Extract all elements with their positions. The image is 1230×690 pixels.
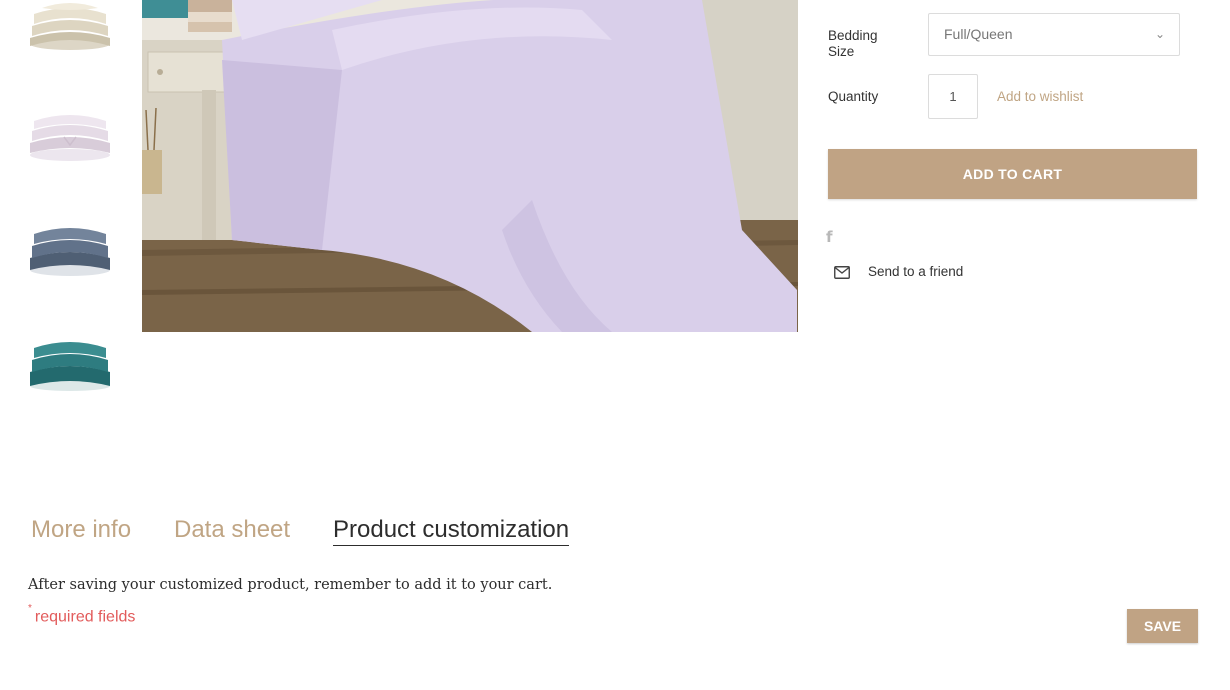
- thumbnail-slate-blue[interactable]: [24, 208, 116, 286]
- required-fields-text: required fields: [34, 608, 136, 626]
- send-to-friend-label: Send to a friend: [868, 264, 964, 279]
- required-fields-note: * required fields: [28, 603, 136, 626]
- thumbnail-lilac[interactable]: [24, 93, 116, 171]
- bedding-size-value: Full/Queen: [944, 26, 1013, 42]
- thumbnail-ivory[interactable]: [24, 0, 116, 56]
- customization-note: After saving your customized product, re…: [28, 577, 553, 593]
- save-button[interactable]: SAVE: [1127, 609, 1198, 643]
- bedding-size-select[interactable]: Full/Queen ⌄: [928, 13, 1180, 56]
- tab-product-customization[interactable]: Product customization: [333, 516, 570, 546]
- thumbnail-teal[interactable]: [24, 322, 116, 400]
- tab-more-info[interactable]: More info: [31, 516, 131, 544]
- add-to-wishlist-link[interactable]: Add to wishlist: [997, 89, 1083, 104]
- facebook-icon[interactable]: f: [826, 228, 833, 246]
- required-marker: *: [28, 603, 32, 614]
- main-product-image[interactable]: [142, 0, 798, 332]
- quantity-input[interactable]: 1: [928, 74, 978, 119]
- add-to-cart-button[interactable]: ADD TO CART: [828, 149, 1197, 199]
- bedding-size-label: Bedding Size: [828, 28, 878, 59]
- tab-data-sheet[interactable]: Data sheet: [174, 516, 290, 544]
- chevron-down-icon: ⌄: [1154, 27, 1165, 41]
- quantity-label: Quantity: [828, 89, 879, 104]
- envelope-icon: [834, 266, 850, 279]
